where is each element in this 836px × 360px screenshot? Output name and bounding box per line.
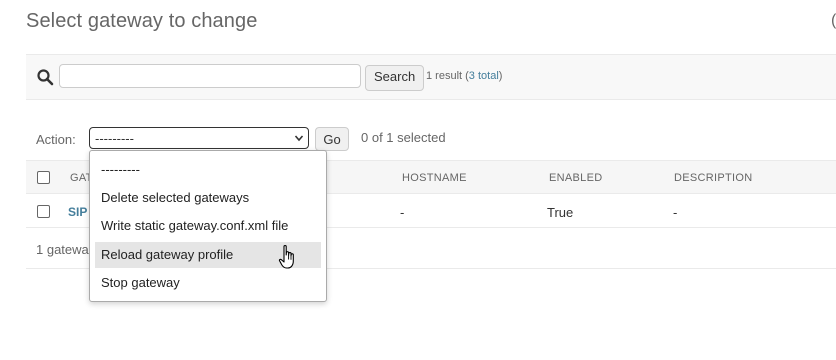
dropdown-option-delete[interactable]: Delete selected gateways	[95, 185, 321, 211]
chevron-down-icon	[294, 135, 304, 142]
dropdown-option-stop[interactable]: Stop gateway	[95, 270, 321, 296]
result-count-text: 1 result (	[426, 70, 469, 82]
select-all-checkbox[interactable]	[37, 171, 50, 184]
right-edge-glyph: (	[831, 12, 836, 29]
hand-pointer-icon	[278, 245, 294, 269]
description-cell: -	[673, 205, 678, 220]
search-input[interactable]	[59, 64, 361, 88]
total-link[interactable]: 3 total	[469, 70, 499, 82]
row-checkbox[interactable]	[37, 205, 50, 218]
action-dropdown-menu: --------- Delete selected gateways Write…	[89, 150, 327, 302]
column-header-description[interactable]: DESCRIPTION	[674, 172, 752, 184]
result-count: 1 result (3 total)	[426, 70, 502, 82]
go-button[interactable]: Go	[315, 127, 349, 151]
hostname-cell: -	[400, 205, 405, 220]
action-select[interactable]: ---------	[89, 127, 309, 149]
gateway-name-link[interactable]: SIP	[68, 205, 87, 219]
dropdown-option-write-conf[interactable]: Write static gateway.conf.xml file	[95, 213, 321, 239]
search-button[interactable]: Search	[365, 65, 425, 91]
column-header-hostname[interactable]: HOSTNAME	[402, 172, 467, 184]
footer-count: 1 gatewa	[36, 242, 89, 257]
search-icon	[37, 69, 54, 86]
search-toolbar: Search 1 result (3 total)	[26, 54, 836, 100]
dropdown-option-blank[interactable]: ---------	[95, 157, 321, 183]
page-title: Select gateway to change	[26, 10, 258, 32]
column-header-enabled[interactable]: ENABLED	[549, 172, 602, 184]
action-label: Action:	[36, 132, 76, 147]
action-select-value: ---------	[95, 131, 134, 146]
actions-row: Action: --------- Go 0 of 1 selected	[26, 124, 836, 152]
result-count-suffix: )	[498, 70, 503, 82]
enabled-cell: True	[547, 205, 574, 220]
selected-count: 0 of 1 selected	[361, 130, 446, 145]
